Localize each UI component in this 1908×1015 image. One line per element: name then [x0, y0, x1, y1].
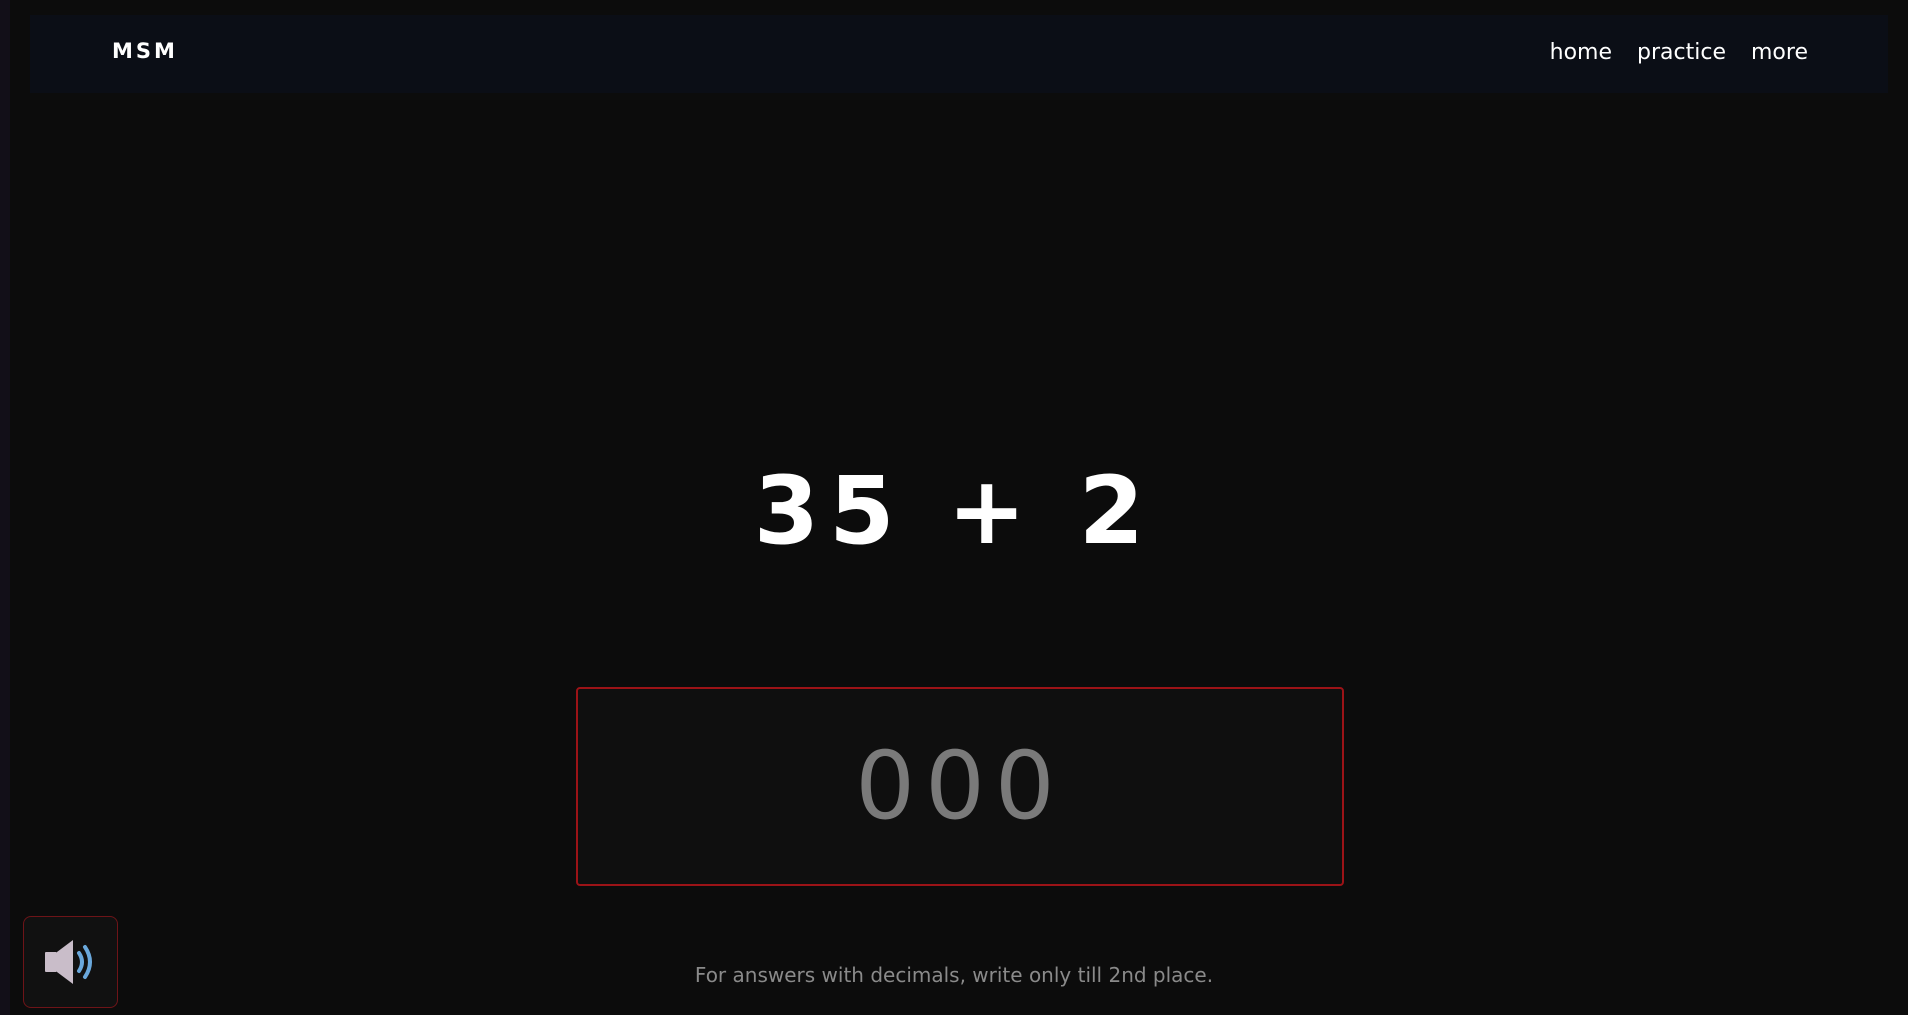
nav-link-practice[interactable]: practice [1637, 42, 1726, 64]
brand-logo[interactable]: MSM [112, 41, 178, 62]
math-problem: 35 + 2 [753, 457, 1155, 566]
top-navbar: MSM home practice more [30, 15, 1888, 93]
sound-toggle-button[interactable] [23, 916, 118, 1008]
answer-input[interactable] [578, 689, 1342, 884]
nav-link-more[interactable]: more [1751, 42, 1808, 64]
decimal-hint: For answers with decimals, write only ti… [694, 963, 1214, 987]
nav-links: home practice more [1550, 42, 1808, 64]
speaker-volume-icon [45, 940, 92, 984]
nav-link-home[interactable]: home [1550, 42, 1612, 64]
answer-box [576, 687, 1344, 886]
